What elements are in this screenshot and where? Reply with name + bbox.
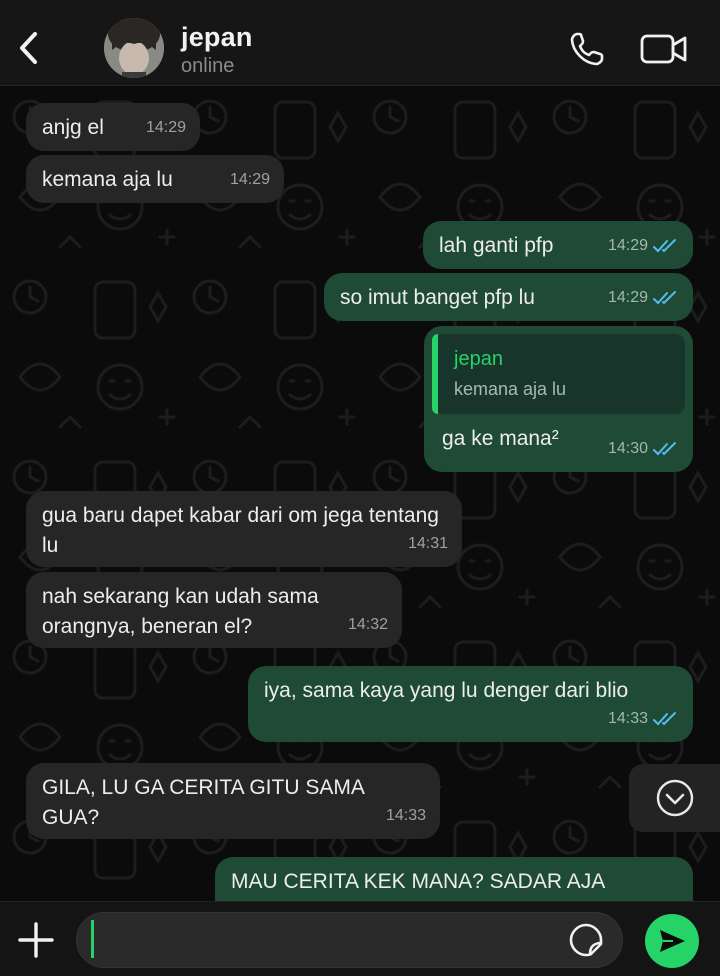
chat-area[interactable]: anjg el 14:29 kemana aja lu 14:29 lah ga… [0, 87, 720, 901]
sticker-button[interactable] [568, 922, 604, 958]
message-text: so imut banget pfp lu [340, 286, 535, 309]
message-bubble-incoming[interactable]: GILA, LU GA CERITA GITU SAMA GUA? 14:33 [26, 763, 440, 839]
timestamp: 14:29 [229, 171, 270, 188]
timestamp: 14:29 [145, 119, 186, 136]
timestamp: 14:33 [385, 807, 426, 824]
message-time: 14:33 [608, 704, 679, 734]
message-bubble-outgoing[interactable]: MAU CERITA KEK MANA? SADAR AJA [215, 857, 693, 901]
timestamp: 14:33 [607, 710, 648, 727]
sticker-icon [569, 923, 603, 957]
message-time: 14:29 [230, 165, 270, 195]
message-bubble-outgoing[interactable]: so imut banget pfp lu 14:29 [324, 273, 693, 321]
timestamp: 14:32 [347, 616, 388, 633]
quoted-text: kemana aja lu [454, 379, 567, 399]
chevron-down-circle-icon [656, 779, 693, 817]
message-composer [0, 901, 720, 976]
voice-call-button[interactable] [568, 30, 606, 68]
avatar-image [104, 18, 164, 78]
double-check-icon [653, 712, 676, 726]
message-bubble-outgoing[interactable]: iya, sama kaya yang lu denger dari blio … [248, 666, 693, 742]
timestamp: 14:29 [607, 289, 648, 306]
contact-status: online [181, 55, 235, 77]
message-bubble-incoming[interactable]: anjg el 14:29 [26, 103, 200, 151]
message-text: GILA, LU GA CERITA GITU SAMA GUA? [42, 776, 370, 829]
timestamp: 14:30 [607, 440, 648, 457]
plus-icon [18, 922, 54, 958]
message-text: lah ganti pfp [439, 234, 554, 257]
message-text: MAU CERITA KEK MANA? SADAR AJA [231, 870, 606, 893]
message-time: 14:29 [608, 283, 679, 313]
message-time: 14:32 [348, 610, 388, 640]
message-text: iya, sama kaya yang lu denger dari blio [264, 679, 629, 702]
message-time: 14:33 [386, 801, 426, 831]
attach-button[interactable] [16, 920, 56, 960]
chat-header: jepan online [0, 0, 720, 86]
send-button[interactable] [645, 914, 699, 968]
message-time: 14:29 [146, 113, 186, 143]
message-text: anjg el [42, 116, 104, 139]
message-bubble-outgoing-reply[interactable]: jepan kemana aja lu ga ke mana² 14:30 [424, 326, 693, 472]
contact-name[interactable]: jepan [181, 22, 253, 53]
message-bubble-incoming[interactable]: kemana aja lu 14:29 [26, 155, 284, 203]
message-bubble-outgoing[interactable]: lah ganti pfp 14:29 [423, 221, 693, 269]
timestamp: 14:31 [407, 535, 448, 552]
message-text: gua baru dapet kabar dari om jega tentan… [42, 504, 445, 557]
video-call-button[interactable] [640, 33, 688, 65]
message-text: ga ke mana² [442, 427, 559, 450]
message-bubble-incoming[interactable]: nah sekarang kan udah sama orangnya, ben… [26, 572, 402, 648]
quoted-sender: jepan [454, 348, 503, 370]
double-check-icon [653, 442, 676, 456]
quote-accent-bar [432, 334, 438, 414]
message-time: 14:29 [608, 231, 679, 261]
timestamp: 14:29 [607, 237, 648, 254]
quoted-message[interactable]: jepan kemana aja lu [432, 334, 685, 414]
avatar[interactable] [104, 18, 164, 78]
phone-icon [570, 32, 604, 66]
message-time: 14:30 [608, 434, 679, 464]
message-text: kemana aja lu [42, 168, 173, 191]
back-button[interactable] [10, 26, 46, 70]
double-check-icon [653, 239, 676, 253]
message-time: 14:31 [408, 529, 448, 559]
text-cursor [91, 920, 94, 958]
message-text: nah sekarang kan udah sama orangnya, ben… [42, 585, 325, 638]
video-camera-icon [640, 34, 687, 64]
message-bubble-incoming[interactable]: gua baru dapet kabar dari om jega tentan… [26, 491, 462, 567]
message-input[interactable] [76, 912, 623, 968]
chevron-left-icon [20, 32, 37, 64]
send-icon [660, 930, 685, 952]
double-check-icon [653, 291, 676, 305]
scroll-to-bottom-button[interactable] [629, 764, 720, 832]
